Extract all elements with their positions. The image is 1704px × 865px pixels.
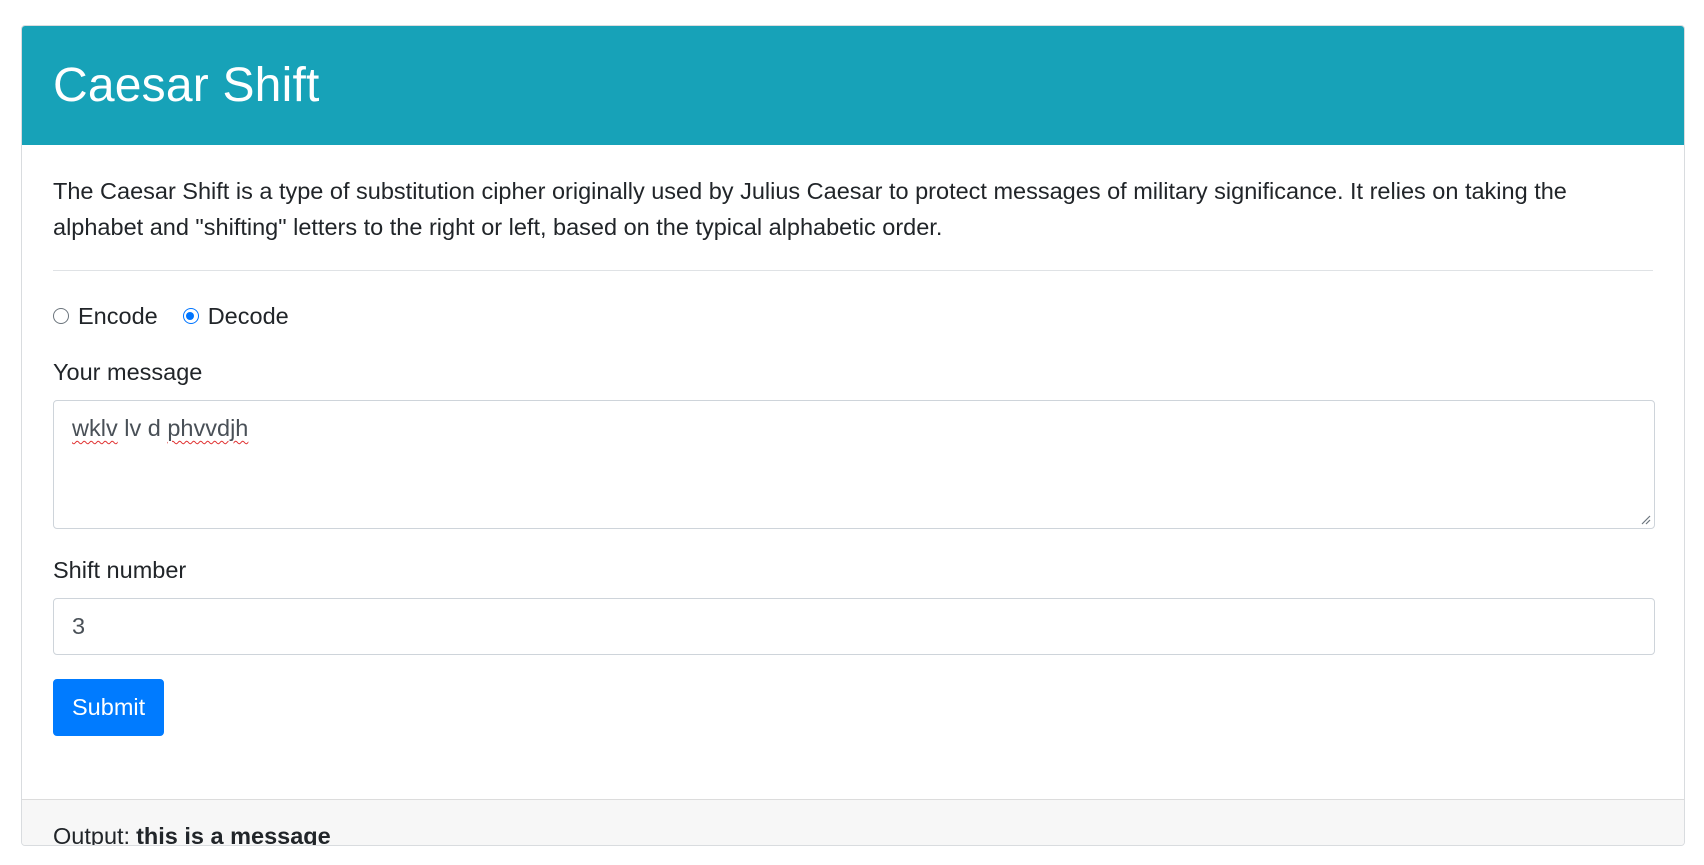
card-body: The Caesar Shift is a type of substituti… xyxy=(22,145,1684,799)
message-label: Your message xyxy=(53,359,203,385)
message-textarea[interactable]: wklv lv d phvvdjh xyxy=(53,400,1655,529)
card-header: Caesar Shift xyxy=(22,26,1684,145)
encode-label: Encode xyxy=(78,302,158,329)
output-value: this is a message xyxy=(136,823,331,846)
submit-button[interactable]: Submit xyxy=(53,679,165,736)
resize-handle-icon[interactable] xyxy=(1639,513,1651,525)
output-label: Output: xyxy=(53,823,131,846)
page-title: Caesar Shift xyxy=(53,59,320,112)
shift-value: 3 xyxy=(72,613,86,639)
mode-radio-group: Encode Decode xyxy=(53,301,1653,331)
divider xyxy=(53,270,1653,271)
encode-radio[interactable] xyxy=(53,308,69,324)
intro-text: The Caesar Shift is a type of substituti… xyxy=(53,178,1567,240)
decode-option[interactable]: Decode xyxy=(182,302,289,330)
message-word: wklv xyxy=(72,415,118,441)
caesar-shift-card: Caesar Shift The Caesar Shift is a type … xyxy=(21,25,1685,846)
message-word: phvvdjh xyxy=(167,415,249,441)
card-footer: Output: this is a message xyxy=(22,799,1684,846)
decode-radio[interactable] xyxy=(182,308,199,324)
shift-label: Shift number xyxy=(53,557,187,583)
message-word: d xyxy=(147,415,161,441)
decode-label: Decode xyxy=(207,302,289,329)
shift-number-input[interactable]: 3 xyxy=(53,598,1655,655)
encode-option[interactable]: Encode xyxy=(53,303,158,330)
message-word: lv xyxy=(124,415,142,441)
